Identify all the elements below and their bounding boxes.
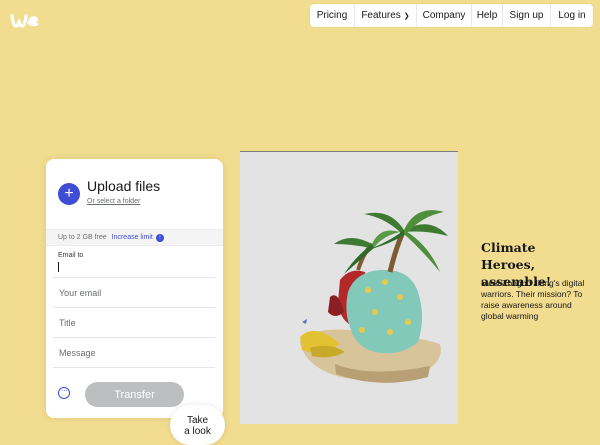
plus-icon: + xyxy=(64,185,74,202)
email-to-label: Email to xyxy=(58,252,84,259)
wetransfer-logo[interactable] xyxy=(10,11,40,31)
nav-company[interactable]: Company xyxy=(417,4,472,27)
take-a-look-button[interactable]: Take a look xyxy=(170,405,225,445)
nav-sign-up[interactable]: Sign up xyxy=(503,4,551,27)
message-field[interactable]: Message xyxy=(53,338,215,368)
nav-log-in[interactable]: Log in xyxy=(551,4,593,27)
increase-limit-link[interactable]: Increase limit xyxy=(112,234,153,241)
select-folder-link[interactable]: Or select a folder xyxy=(87,198,140,205)
message-placeholder: Message xyxy=(59,348,96,358)
nav-help[interactable]: Help xyxy=(472,4,503,27)
email-to-field[interactable]: Email to xyxy=(53,249,215,278)
limit-text: Up to 2 GB free xyxy=(58,234,107,241)
chevron-down-icon: ❯ xyxy=(403,12,410,20)
text-caret xyxy=(58,262,59,272)
transfer-button[interactable]: Transfer xyxy=(85,382,184,407)
ad-body: Meet Zongbo Jiang's digital warriors. Th… xyxy=(481,278,585,321)
add-files-button[interactable]: + xyxy=(58,183,80,205)
title-placeholder: Title xyxy=(59,318,76,328)
info-icon[interactable]: ↑ xyxy=(155,233,164,242)
nav-features[interactable]: Features ❯ xyxy=(355,4,417,27)
more-options-icon[interactable]: ··· xyxy=(58,387,70,399)
ad-artwork[interactable] xyxy=(240,151,458,424)
climate-hero-illustration xyxy=(300,210,448,383)
your-email-field[interactable]: Your email xyxy=(53,278,215,308)
your-email-placeholder: Your email xyxy=(59,288,102,298)
limit-bar: Up to 2 GB free Increase limit ↑ xyxy=(46,229,223,246)
title-field[interactable]: Title xyxy=(53,308,215,338)
top-nav: Pricing Features ❯ Company Help Sign up L… xyxy=(310,4,593,27)
nav-pricing[interactable]: Pricing xyxy=(310,4,355,27)
upload-panel: + Upload files Or select a folder Up to … xyxy=(46,159,223,418)
upload-files-title[interactable]: Upload files xyxy=(87,178,160,194)
